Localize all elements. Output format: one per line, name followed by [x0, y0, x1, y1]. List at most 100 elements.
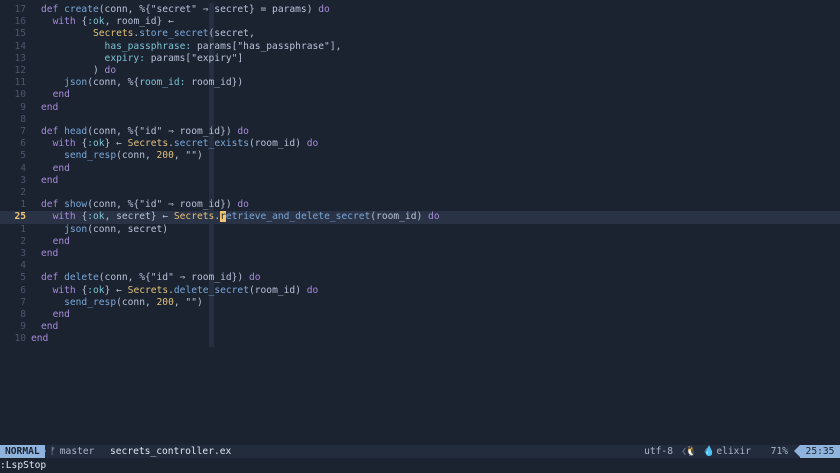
line-code: send_resp(conn, 200, "") [41, 297, 203, 309]
code-line[interactable]: 2 end [0, 236, 840, 248]
code-token: send_resp [64, 150, 117, 162]
code-line[interactable]: 10 end [0, 89, 840, 101]
current-code-line[interactable]: 25 with {:ok, secret} ← Secrets.retrieve… [0, 211, 840, 224]
code-token: (conn, %{ [87, 199, 140, 211]
code-line[interactable]: 2 [0, 187, 840, 199]
code-token: (room_id) [248, 284, 307, 296]
line-code: end [41, 236, 70, 248]
code-line[interactable]: 5 def delete(conn, %{"id" ⇒ room_id}) do [0, 272, 840, 284]
code-token: end [41, 248, 59, 259]
code-line[interactable]: 8 [0, 114, 840, 126]
code-line[interactable]: 9 end [0, 321, 840, 333]
code-line[interactable]: 4 [0, 260, 840, 272]
command-line[interactable]: :LspStop [0, 459, 840, 472]
code-token: "" [185, 296, 197, 308]
line-code: end [41, 102, 58, 114]
code-token: , [173, 150, 186, 162]
code-line[interactable]: 7 def head(conn, %{"id" ⇒ room_id}) do [0, 126, 840, 138]
code-line[interactable]: 10 end [0, 333, 840, 345]
code-token: end [52, 309, 70, 320]
line-number: 10 [14, 333, 26, 345]
code-token: } ← [104, 284, 128, 296]
code-line[interactable]: 6 with {:ok} ← Secrets.secret_exists(roo… [0, 138, 840, 150]
code-token: show [64, 199, 88, 211]
line-code: has_passphrase: params["has_passphrase"]… [41, 40, 342, 53]
line-number: 2 [20, 187, 26, 198]
code-line[interactable]: 3 end [0, 248, 840, 260]
mode-indicator: NORMAL [0, 445, 45, 458]
code-line[interactable]: 14 has_passphrase: params["has_passphras… [0, 41, 840, 53]
code-line[interactable]: 11 json(conn, %{room_id: room_id}) [0, 77, 840, 89]
code-token: end [52, 89, 70, 101]
code-token: Secrets [92, 28, 134, 40]
scroll-percent: 71% [770, 446, 788, 457]
line-code: end [41, 248, 58, 260]
code-token: create [64, 4, 99, 15]
code-token: expiry: [104, 52, 151, 64]
line-number: 17 [14, 4, 26, 15]
code-token: "id" [139, 126, 163, 137]
code-token: end [41, 321, 59, 333]
code-line[interactable]: 1 json(conn, secret) [0, 224, 840, 236]
line-number: 25 [14, 211, 26, 223]
line-code: with {:ok} ← Secrets.delete_secret(room_… [41, 284, 319, 297]
status-line: NORMAL ᚠ master secrets_controller.ex utf… [0, 445, 840, 458]
line-number: 5 [20, 272, 26, 284]
code-line[interactable]: 9 end [0, 102, 840, 114]
line-code: end [41, 321, 58, 333]
code-line[interactable]: 3 end [0, 175, 840, 187]
code-token: store_secret [139, 28, 209, 40]
line-code: end [41, 163, 70, 175]
line-code: end [41, 309, 70, 321]
code-token: with [52, 284, 82, 296]
line-number: 9 [20, 321, 26, 333]
code-line[interactable]: 15 Secrets.store_secret(secret, [0, 28, 840, 40]
code-line[interactable]: 8 end [0, 309, 840, 321]
line-number: 11 [14, 77, 26, 89]
line-code: end [41, 175, 58, 187]
line-code: expiry: params["expiry"] [41, 52, 244, 65]
code-token: "has_passphrase" [237, 40, 330, 52]
code-token: params[ [196, 40, 238, 52]
code-token: do [104, 65, 117, 76]
code-line[interactable]: 5 send_resp(conn, 200, "") [0, 150, 840, 162]
code-token: do [318, 4, 330, 15]
editor-pane[interactable]: 17 def create(conn, %{"secret" ⇒ secret} … [0, 0, 840, 444]
code-line[interactable]: 16 with {:ok, room_id} ← [0, 16, 840, 28]
code-token: delete [64, 272, 99, 284]
code-line[interactable]: 7 send_resp(conn, 200, "") [0, 297, 840, 309]
elixir-drop-icon: 💧 [703, 446, 715, 457]
code-line[interactable]: 6 with {:ok} ← Secrets.delete_secret(roo… [0, 285, 840, 297]
code-token: json [64, 77, 88, 89]
code-token: "expiry" [191, 52, 238, 64]
branch-name: master [59, 446, 95, 457]
git-branch-icon: ᚠ [50, 446, 56, 457]
line-number: 4 [20, 260, 26, 272]
line-number: 10 [14, 89, 26, 101]
code-token: "id" [139, 199, 163, 211]
line-number: 4 [20, 162, 26, 174]
line-code: def show(conn, %{"id" ⇒ room_id}) do [41, 199, 249, 211]
code-token: "id" [150, 272, 174, 284]
code-line[interactable]: 17 def create(conn, %{"secret" ⇒ secret} … [0, 4, 840, 16]
code-token: (secret, [208, 28, 255, 40]
code-token: do [306, 284, 319, 296]
cursor-position: 25:35 [800, 445, 840, 458]
code-line[interactable]: 13 expiry: params["expiry"] [0, 53, 840, 65]
code-line[interactable]: 1 def show(conn, %{"id" ⇒ room_id}) do [0, 199, 840, 211]
code-line[interactable]: 4 end [0, 163, 840, 175]
code-token: (conn, [116, 150, 157, 162]
code-line[interactable]: 12 ) do [0, 65, 840, 77]
code-token: send_resp [64, 296, 117, 308]
line-number: 16 [14, 16, 26, 28]
code-token: (conn, %{ [87, 126, 140, 137]
code-token: :ok [87, 284, 105, 296]
code-token: :ok [87, 16, 105, 28]
code-token: (conn, %{ [98, 4, 151, 15]
linux-penguin-icon: 🐧 [685, 446, 697, 457]
code-token: Secrets [127, 138, 169, 150]
